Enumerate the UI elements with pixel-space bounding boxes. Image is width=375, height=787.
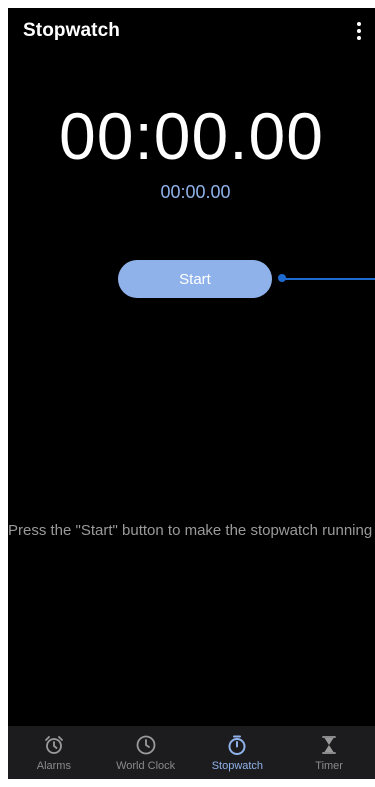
stopwatch-screen: Stopwatch 00:00.00 00:00.00 Start Press …: [8, 8, 375, 779]
more-options-icon-dot: [357, 29, 361, 33]
nav-item-world-clock[interactable]: World Clock: [100, 726, 192, 779]
alarm-icon: [44, 735, 63, 754]
more-options-button[interactable]: [351, 20, 367, 42]
elapsed-time-display: 00:00.00: [59, 99, 324, 173]
start-button[interactable]: Start: [118, 260, 272, 298]
start-hint-text: Press the "Start" button to make the sto…: [8, 522, 373, 539]
hourglass-icon: [322, 735, 337, 754]
nav-item-timer[interactable]: Timer: [283, 726, 375, 779]
nav-label-stopwatch: Stopwatch: [211, 759, 264, 772]
bottom-navigation: Alarms World Clock Stopwatch Timer: [8, 726, 375, 779]
stopwatch-icon: [228, 735, 246, 755]
lap-time-display: 00:00.00: [160, 182, 231, 202]
nav-item-alarms[interactable]: Alarms: [8, 726, 100, 779]
nav-label-timer: Timer: [315, 759, 343, 772]
nav-item-stopwatch[interactable]: Stopwatch: [192, 726, 284, 779]
nav-label-world-clock: World Clock: [116, 759, 176, 772]
more-options-icon-dot: [357, 36, 361, 40]
more-options-icon: [357, 22, 361, 26]
clock-icon: [136, 735, 156, 754]
page-title: Stopwatch: [23, 20, 120, 41]
tooltip-pointer-line: [284, 278, 375, 280]
nav-label-alarms: Alarms: [36, 759, 71, 772]
